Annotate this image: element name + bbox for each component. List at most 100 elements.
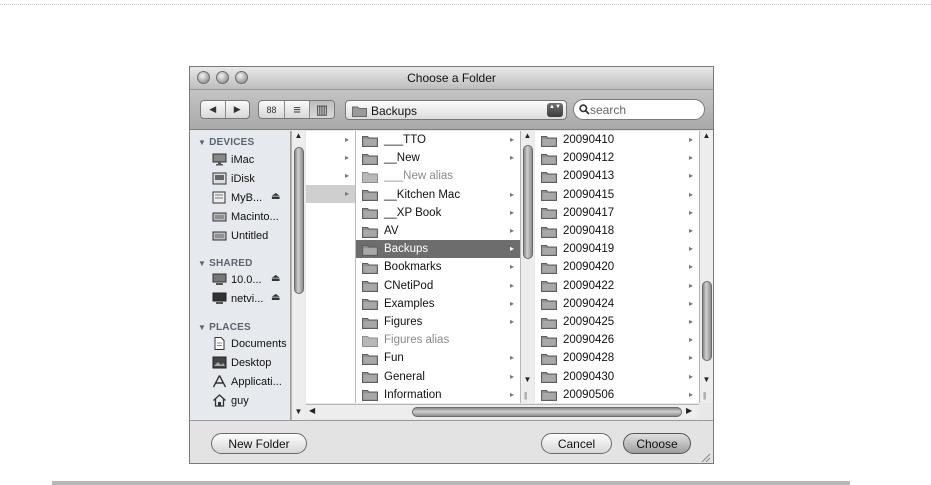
chevron-right-icon: ▸ xyxy=(344,189,349,198)
back-button[interactable]: ◀ xyxy=(201,101,226,118)
scroll-up-arrow-icon[interactable]: ▲ xyxy=(700,131,713,140)
sidebar-item-documents[interactable]: Documents xyxy=(212,335,288,352)
folder-column-scrollbar[interactable]: ▲ ▼ || xyxy=(520,131,534,403)
list-item[interactable]: 20090430 ▸ xyxy=(535,368,699,386)
eject-icon[interactable]: ⏏ xyxy=(271,191,280,202)
sidebar-item-applications[interactable]: Applicati... xyxy=(212,373,288,390)
page-bottom-rule xyxy=(52,481,850,485)
list-view-button[interactable]: ≡ xyxy=(285,101,310,118)
list-item[interactable]: ▸ xyxy=(306,131,355,149)
list-item[interactable]: ___New alias xyxy=(356,167,520,185)
sidebar-item-desktop[interactable]: Desktop xyxy=(212,354,288,371)
list-item[interactable]: ▸ xyxy=(306,167,355,185)
browser-column-folders: ___TTO ▸ __New ▸ ___New alias __Kitchen Mac ▸ _… xyxy=(356,131,520,403)
folder-column-scroll-thumb[interactable] xyxy=(523,145,533,259)
backups-column-scroll-thumb[interactable] xyxy=(702,281,712,361)
folder-icon xyxy=(541,335,557,347)
scroll-right-arrow-icon[interactable]: ▶ xyxy=(686,406,692,415)
horizontal-scroll-thumb[interactable] xyxy=(412,407,682,417)
chevron-right-icon: ▸ xyxy=(688,135,693,144)
list-item[interactable]: 20090415 ▸ xyxy=(535,186,699,204)
list-item[interactable]: 20090506 ▸ xyxy=(535,386,699,403)
search-input[interactable] xyxy=(590,101,698,118)
desktop-icon xyxy=(212,356,227,369)
new-folder-button[interactable]: New Folder xyxy=(211,433,307,454)
search-field[interactable] xyxy=(573,99,705,120)
list-item[interactable]: 20090426 ▸ xyxy=(535,331,699,349)
sidebar-item-label: Untitled xyxy=(231,229,269,242)
sidebar-scroll-thumb[interactable] xyxy=(294,147,304,294)
sidebar-item-untitled[interactable]: Untitled xyxy=(212,227,288,244)
column-view-icon: ▥ xyxy=(315,101,329,117)
list-item[interactable]: 20090413 ▸ xyxy=(535,167,699,185)
list-item[interactable]: ___TTO ▸ xyxy=(356,131,520,149)
chevron-right-icon: ▸ xyxy=(688,171,693,181)
choose-button[interactable]: Choose xyxy=(623,433,691,454)
sidebar-item-mybook[interactable]: MyB... ⏏ xyxy=(212,189,288,206)
list-item[interactable]: __New ▸ xyxy=(356,149,520,167)
scroll-up-arrow-icon[interactable]: ▲ xyxy=(292,131,305,140)
sidebar-section-shared[interactable]: ▼ SHARED xyxy=(198,258,253,269)
sidebar-section-devices[interactable]: ▼ DEVICES xyxy=(198,137,254,148)
eject-icon[interactable]: ⏏ xyxy=(271,292,280,303)
sidebar-item-netvi[interactable]: netvi... ⏏ xyxy=(212,290,288,307)
scroll-down-arrow-icon[interactable]: ▼ xyxy=(521,375,534,384)
list-item[interactable]: 20090425 ▸ xyxy=(535,313,699,331)
list-item[interactable]: 20090410 ▸ xyxy=(535,131,699,149)
folder-label: Information xyxy=(384,388,442,401)
sidebar-item-label: Documents xyxy=(231,337,287,350)
title-bar: Choose a Folder xyxy=(190,67,713,90)
back-arrow-icon: ◀ xyxy=(209,104,217,114)
list-item[interactable]: 20090419 ▸ xyxy=(535,240,699,258)
column-view-button[interactable]: ▥ xyxy=(310,101,334,118)
scroll-down-arrow-icon[interactable]: ▼ xyxy=(700,375,713,384)
sidebar-item-macintosh-hd[interactable]: Macinto... xyxy=(212,208,288,225)
list-item[interactable]: Fun ▸ xyxy=(356,349,520,367)
list-item[interactable]: AV ▸ xyxy=(356,222,520,240)
list-item[interactable]: 20090418 ▸ xyxy=(535,222,699,240)
sidebar-scrollbar[interactable]: ▲ ▼ xyxy=(291,131,305,420)
list-item[interactable]: 20090417 ▸ xyxy=(535,204,699,222)
sidebar-item-idisk[interactable]: iDisk xyxy=(212,170,288,187)
scroll-down-arrow-icon[interactable]: ▼ xyxy=(292,407,305,416)
backups-column-scrollbar[interactable]: ▲ ▼ || xyxy=(699,131,713,403)
list-item[interactable]: 20090420 ▸ xyxy=(535,258,699,276)
list-item[interactable]: 20090412 ▸ xyxy=(535,149,699,167)
list-item[interactable]: __Kitchen Mac ▸ xyxy=(356,186,520,204)
forward-arrow-icon: ▶ xyxy=(233,104,241,114)
scroll-left-arrow-icon[interactable]: ◀ xyxy=(309,406,315,415)
list-item[interactable]: Examples ▸ xyxy=(356,295,520,313)
column-resize-grip-icon[interactable]: || xyxy=(703,391,706,400)
folder-label: 20090426 xyxy=(563,334,615,347)
scroll-up-arrow-icon[interactable]: ▲ xyxy=(521,131,534,140)
icon-view-button[interactable]: 88 xyxy=(259,101,285,118)
list-item-selected[interactable]: ▸ xyxy=(306,185,355,203)
eject-icon[interactable]: ⏏ xyxy=(271,273,280,284)
resize-grip-icon[interactable] xyxy=(700,452,711,463)
list-item[interactable]: CNetiPod ▸ xyxy=(356,277,520,295)
list-item[interactable]: General ▸ xyxy=(356,368,520,386)
horizontal-scrollbar[interactable]: ◀ ▶ xyxy=(306,404,699,419)
forward-button[interactable]: ▶ xyxy=(226,101,250,118)
list-item[interactable]: 20090424 ▸ xyxy=(535,295,699,313)
list-item[interactable]: Figures ▸ xyxy=(356,313,520,331)
list-item-selected[interactable]: Backups ▸ xyxy=(356,240,520,259)
sidebar-item-network-10[interactable]: 10.0... ⏏ xyxy=(212,271,288,288)
list-item[interactable]: ▸ xyxy=(306,149,355,167)
folder-label: 20090419 xyxy=(563,243,615,256)
sidebar-section-places[interactable]: ▼ PLACES xyxy=(198,322,251,333)
folder-label: 20090506 xyxy=(563,388,615,401)
location-popup[interactable]: Backups ▲▼ xyxy=(345,100,567,120)
list-item[interactable]: Figures alias xyxy=(356,331,520,349)
column-resize-grip-icon[interactable]: || xyxy=(524,391,527,400)
list-item[interactable]: Bookmarks ▸ xyxy=(356,258,520,276)
list-item[interactable]: __XP Book ▸ xyxy=(356,204,520,222)
list-item[interactable]: 20090422 ▸ xyxy=(535,277,699,295)
folder-icon xyxy=(362,353,378,365)
sidebar-item-imac[interactable]: iMac xyxy=(212,151,288,168)
cancel-button[interactable]: Cancel xyxy=(541,433,612,454)
sidebar-item-home[interactable]: guy xyxy=(212,392,288,409)
list-item[interactable]: Information ▸ xyxy=(356,386,520,403)
list-item[interactable]: 20090428 ▸ xyxy=(535,349,699,367)
sidebar-item-label: MyB... xyxy=(231,191,263,204)
